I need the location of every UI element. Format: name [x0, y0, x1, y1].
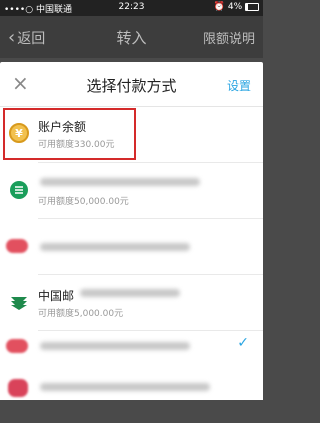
sheet-title: 选择付款方式 — [86, 77, 177, 95]
obscured-bank-name — [40, 243, 190, 251]
bank-icon — [6, 239, 28, 253]
bank-icon — [10, 181, 28, 199]
obscured-bank-name — [40, 383, 210, 391]
checkmark-icon: ✓ — [237, 335, 249, 351]
alarm-icon: ⏰ — [213, 2, 225, 12]
settings-link[interactable]: 设置 — [227, 77, 251, 94]
battery-icon — [245, 2, 259, 11]
payment-option-name: 中国邮 — [38, 289, 75, 303]
postal-bank-icon — [11, 297, 27, 310]
nav-bar: ‹ 返回 转入 限额说明 — [0, 16, 263, 58]
payment-option-bank-2[interactable] — [0, 219, 263, 275]
payment-method-sheet: × 选择付款方式 设置 ¥ 账户余额 可用额度330.00元 可用额度50,00… — [0, 62, 263, 400]
bank-icon — [8, 379, 28, 397]
sheet-header: × 选择付款方式 设置 — [0, 62, 263, 107]
payment-option-limit: 可用额度5,000.00元 — [38, 309, 124, 319]
obscured-bank-name — [80, 289, 180, 297]
payment-option-bank-1[interactable]: 可用额度50,000.00元 — [0, 163, 263, 219]
highlight-frame — [3, 108, 136, 160]
obscured-bank-name — [40, 178, 200, 186]
status-bar: ••••○ 中国联通 22:23 ⏰ 4% — [0, 0, 263, 16]
battery-status: ⏰ 4% — [214, 2, 259, 12]
payment-option-postal-bank[interactable]: 中国邮 可用额度5,000.00元 — [0, 275, 263, 331]
limit-info-link[interactable]: 限额说明 — [203, 28, 255, 47]
payment-option-limit: 可用额度50,000.00元 — [38, 197, 129, 207]
obscured-bank-name — [40, 342, 190, 350]
battery-percent: 4% — [227, 2, 243, 12]
payment-option-bank-4[interactable] — [0, 367, 263, 423]
bank-icon — [6, 339, 28, 353]
